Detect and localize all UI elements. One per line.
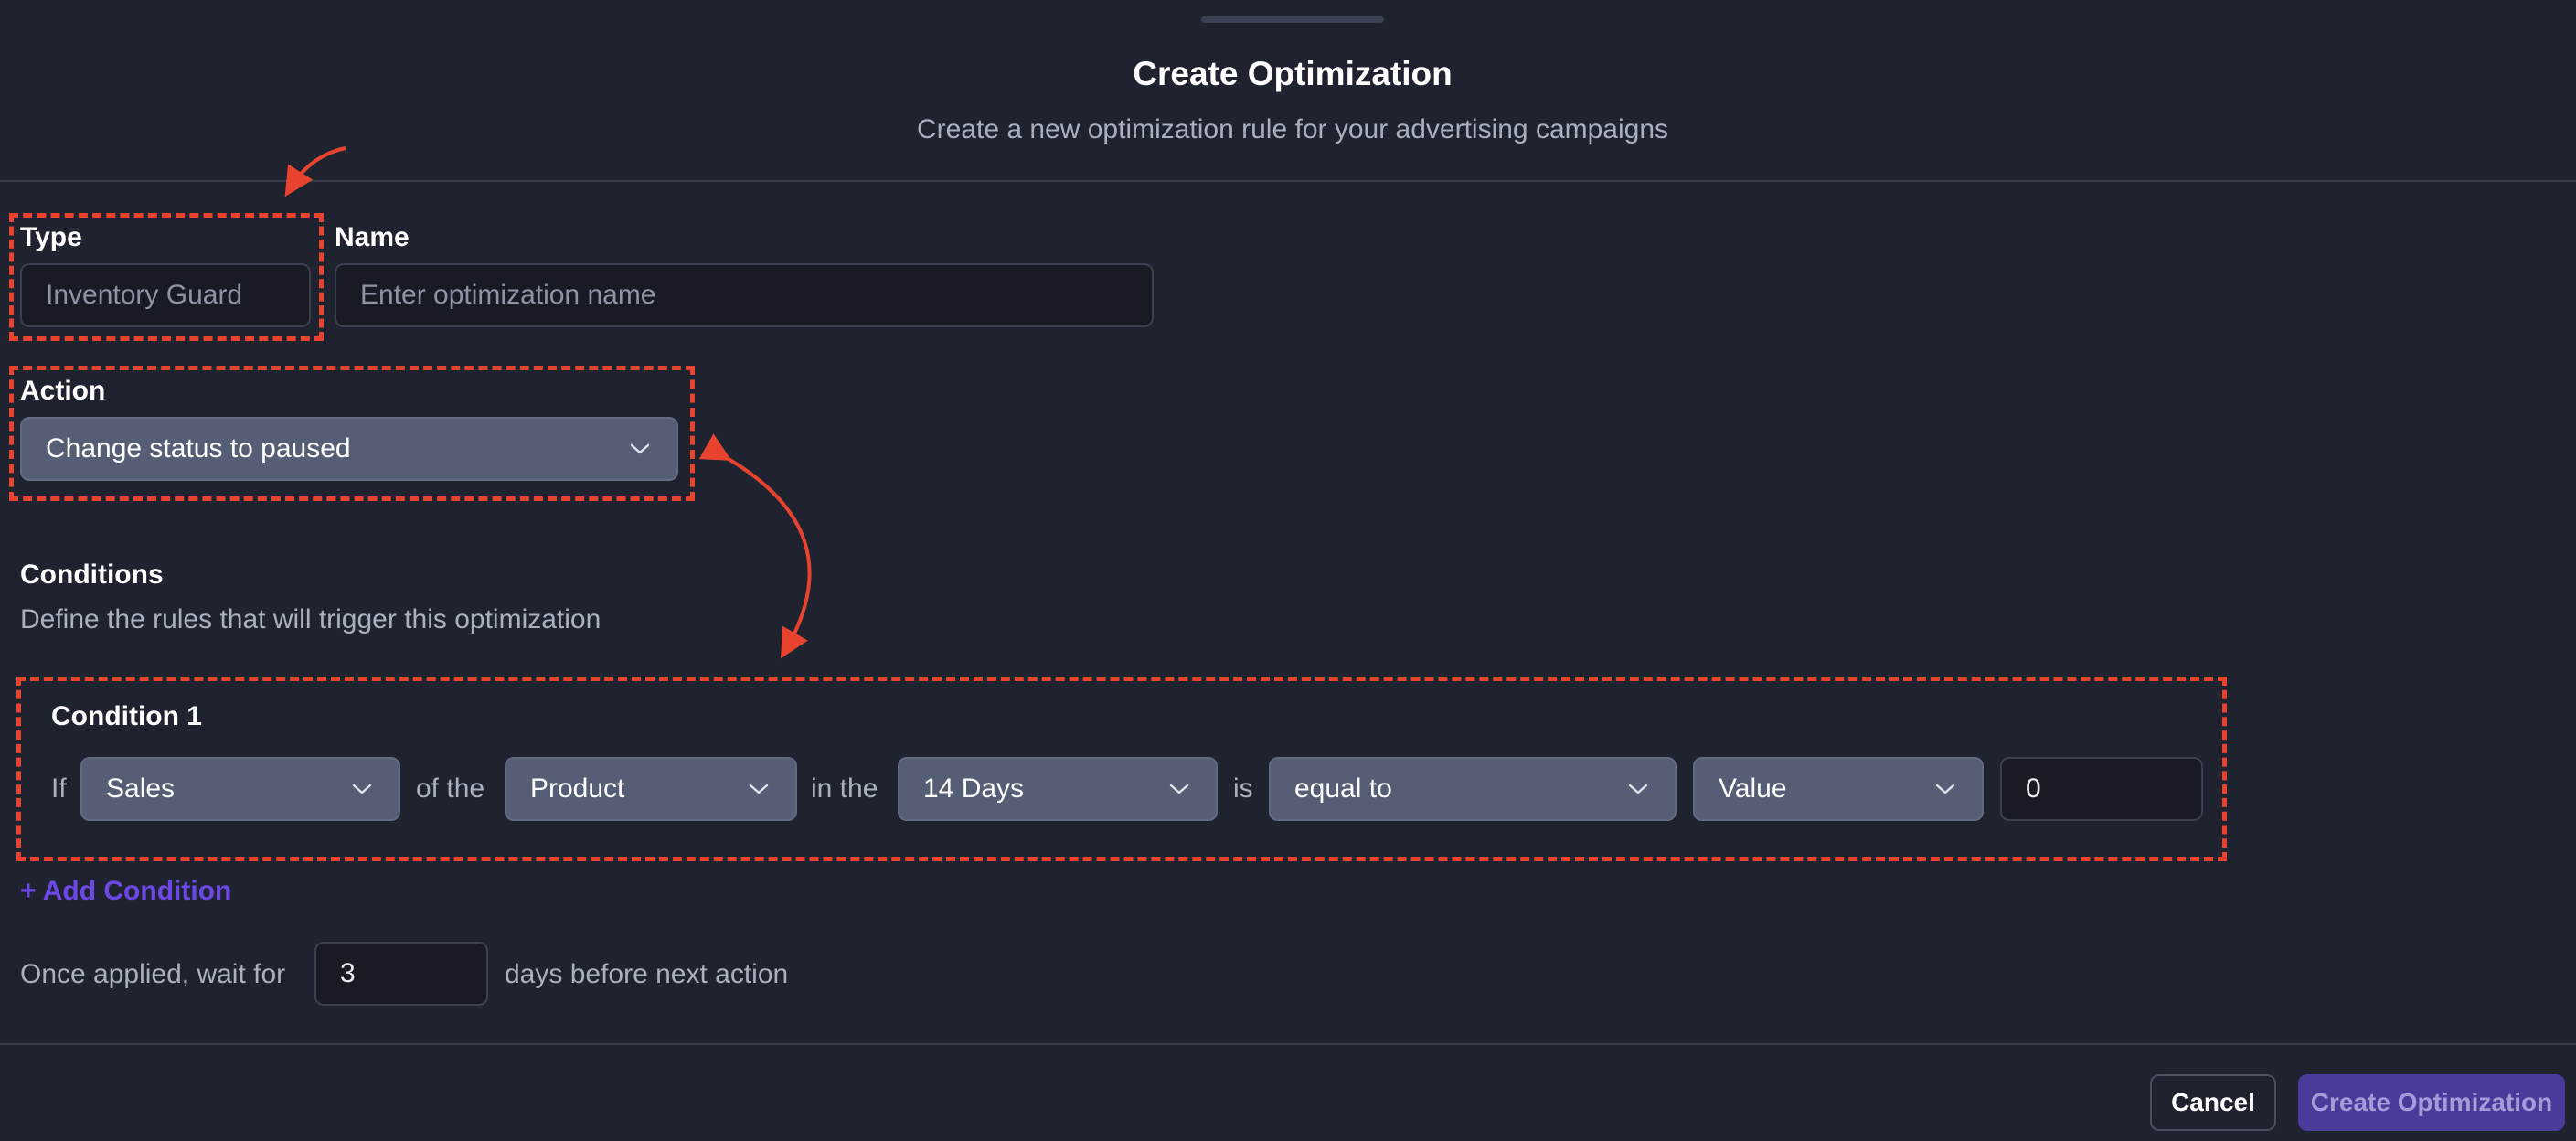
annotation-box-type (9, 213, 324, 341)
footer-divider (0, 1043, 2576, 1045)
wait-suffix: days before next action (505, 959, 789, 989)
drag-handle[interactable] (1201, 16, 1384, 23)
wait-days-value: 3 (340, 958, 356, 988)
header-divider (0, 180, 2576, 182)
create-optimization-dialog: Create Optimization Create a new optimiz… (0, 0, 2576, 1141)
dialog-subtitle: Create a new optimization rule for your … (916, 114, 1669, 144)
annotation-box-condition (16, 677, 2227, 861)
dialog-title: Create Optimization (1133, 55, 1453, 92)
wait-prefix: Once applied, wait for (20, 959, 286, 989)
conditions-heading: Conditions (20, 560, 164, 590)
wait-days-input[interactable]: 3 (314, 942, 488, 1006)
add-condition-button[interactable]: + Add Condition (20, 876, 231, 907)
annotation-box-action (9, 366, 695, 501)
cancel-button[interactable]: Cancel (2150, 1074, 2276, 1131)
annotation-arrow-action-condition (698, 433, 812, 659)
name-label: Name (335, 222, 410, 252)
conditions-description: Define the rules that will trigger this … (20, 604, 601, 634)
create-optimization-button[interactable]: Create Optimization (2298, 1074, 2565, 1131)
name-placeholder: Enter optimization name (360, 280, 656, 310)
name-input[interactable]: Enter optimization name (335, 263, 1154, 327)
